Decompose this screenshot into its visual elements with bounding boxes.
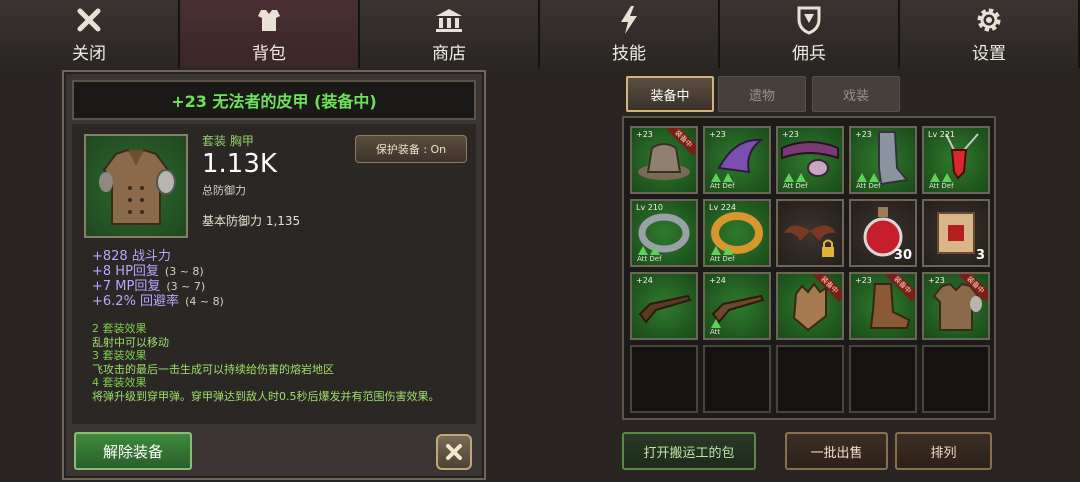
upgrade-arrow-icon bbox=[638, 246, 648, 255]
upgrade-arrow-icon bbox=[711, 246, 721, 255]
inventory-slot[interactable]: +23 Att Def bbox=[776, 126, 844, 194]
tab-shop-label: 商店 bbox=[432, 43, 466, 64]
empty-slot[interactable] bbox=[703, 345, 771, 413]
set-effect-header: 4 套装效果 bbox=[92, 376, 147, 389]
tab-settings[interactable]: 设置 bbox=[900, 0, 1080, 68]
inventory-slot[interactable]: +23 Att Def bbox=[703, 126, 771, 194]
tab-close-label: 关闭 bbox=[72, 43, 106, 64]
tab-costume[interactable]: 戏装 bbox=[812, 76, 900, 112]
stat-row: +828 战斗力 bbox=[92, 249, 171, 264]
tab-shop[interactable]: 商店 bbox=[360, 0, 540, 68]
inventory-slot[interactable]: +23 装备中 bbox=[849, 272, 917, 340]
upgrade-arrow-icon bbox=[796, 173, 806, 182]
item-count: 30 bbox=[893, 248, 912, 263]
inventory-slot[interactable]: 3 bbox=[922, 199, 990, 267]
sort-button[interactable]: 排列 bbox=[895, 432, 992, 470]
empty-slot[interactable] bbox=[922, 345, 990, 413]
set-effect-desc: 将弹升级到穿甲弹。穿甲弹达到敌人时0.5秒后爆发并有范围伤害效果。 bbox=[92, 389, 440, 403]
open-porter-bag-button[interactable]: 打开搬运工的包 bbox=[622, 432, 756, 470]
shield-icon bbox=[794, 5, 824, 35]
tab-settings-label: 设置 bbox=[972, 43, 1006, 64]
inventory-slot[interactable]: Lv 221 Att Def bbox=[922, 126, 990, 194]
protect-equipment-button[interactable]: 保护装备 : On bbox=[355, 135, 467, 163]
tab-inventory-label: 背包 bbox=[252, 43, 286, 64]
top-nav: 关闭 背包 商店 技能 佣兵 设置 bbox=[0, 0, 1080, 68]
close-icon bbox=[446, 444, 462, 460]
item-title-bar: +23 无法者的皮甲 (装备中) bbox=[72, 80, 476, 120]
inventory-slot[interactable]: Lv 224 Att Def bbox=[703, 199, 771, 267]
upgrade-arrow-icon bbox=[930, 173, 940, 182]
shop-icon bbox=[434, 5, 464, 35]
inventory-slot[interactable]: +23 Att Def bbox=[849, 126, 917, 194]
upgrade-arrow-icon bbox=[711, 319, 721, 328]
lightning-icon bbox=[614, 5, 644, 35]
tab-close[interactable]: 关闭 bbox=[0, 0, 180, 68]
empty-slot[interactable] bbox=[849, 345, 917, 413]
item-detail-panel: +23 无法者的皮甲 (装备中) 套装 胸甲 1.13K 总防御力 基本防御力 … bbox=[62, 70, 486, 480]
wings-locked-icon bbox=[784, 225, 836, 257]
item-count: 3 bbox=[975, 248, 985, 263]
leather-armor-icon bbox=[84, 134, 188, 238]
empty-slot[interactable] bbox=[776, 345, 844, 413]
total-defense-value: 1.13K bbox=[202, 149, 277, 179]
item-title: +23 无法者的皮甲 (装备中) bbox=[171, 92, 377, 111]
armor-icon bbox=[254, 5, 284, 35]
close-panel-button[interactable] bbox=[436, 434, 472, 470]
upgrade-arrow-icon bbox=[723, 173, 733, 182]
inventory-slot[interactable]: +24 bbox=[630, 272, 698, 340]
stat-row: +7 MP回复 (3 ~ 7) bbox=[92, 279, 206, 294]
upgrade-arrow-icon bbox=[711, 173, 721, 182]
empty-slot[interactable] bbox=[630, 345, 698, 413]
stat-row: +6.2% 回避率 (4 ~ 8) bbox=[92, 294, 224, 309]
gear-icon bbox=[974, 5, 1004, 35]
inventory-slot[interactable]: +23 装备中 bbox=[630, 126, 698, 194]
set-effect-header: 3 套装效果 bbox=[92, 349, 147, 362]
set-effect-desc: 乱射中可以移动 bbox=[92, 335, 169, 349]
stat-list: +828 战斗力 +8 HP回复 (3 ~ 8) +7 MP回复 (3 ~ 7) +… bbox=[92, 249, 224, 309]
inventory-grid: +23 装备中 +23 Att Def +23 Att Def +23 Att … bbox=[622, 116, 996, 420]
inventory-slot[interactable]: 30 bbox=[849, 199, 917, 267]
upgrade-arrow-icon bbox=[723, 246, 733, 255]
upgrade-arrow-icon bbox=[784, 173, 794, 182]
inventory-slot[interactable]: +23 装备中 bbox=[922, 272, 990, 340]
item-slot-label: 套装 胸甲 bbox=[202, 134, 254, 148]
inventory-slot[interactable]: 装备中 bbox=[776, 272, 844, 340]
upgrade-arrow-icon bbox=[942, 173, 952, 182]
set-effects: 2 套装效果 乱射中可以移动 3 套装效果 飞攻击的最后一击生成可以持续给伤害的… bbox=[92, 322, 472, 403]
upgrade-arrow-icon bbox=[869, 173, 879, 182]
bulk-sell-button[interactable]: 一批出售 bbox=[785, 432, 888, 470]
total-defense-label: 总防御力 bbox=[202, 184, 246, 197]
stat-row: +8 HP回复 (3 ~ 8) bbox=[92, 264, 204, 279]
tab-skills-label: 技能 bbox=[612, 43, 646, 64]
tab-mercenary-label: 佣兵 bbox=[792, 43, 826, 64]
close-icon bbox=[74, 5, 104, 35]
base-defense: 基本防御力 1,135 bbox=[202, 214, 301, 228]
tab-mercenary[interactable]: 佣兵 bbox=[720, 0, 900, 68]
tab-skills[interactable]: 技能 bbox=[540, 0, 720, 68]
set-effect-header: 2 套装效果 bbox=[92, 322, 147, 335]
tab-equipped[interactable]: 装备中 bbox=[626, 76, 714, 112]
inventory-slot[interactable]: Lv 210 Att Def bbox=[630, 199, 698, 267]
unequip-button[interactable]: 解除装备 bbox=[74, 432, 192, 470]
item-detail[interactable]: 套装 胸甲 1.13K 总防御力 基本防御力 1,135 保护装备 : On +… bbox=[72, 124, 476, 424]
upgrade-arrow-icon bbox=[857, 173, 867, 182]
inventory-slot[interactable]: +24 Att bbox=[703, 272, 771, 340]
inventory-slot[interactable] bbox=[776, 199, 844, 267]
set-effect-desc: 飞攻击的最后一击生成可以持续给伤害的熔岩地区 bbox=[92, 362, 334, 376]
tab-inventory[interactable]: 背包 bbox=[180, 0, 360, 68]
tab-relics[interactable]: 遗物 bbox=[718, 76, 806, 112]
upgrade-arrow-icon bbox=[650, 246, 660, 255]
